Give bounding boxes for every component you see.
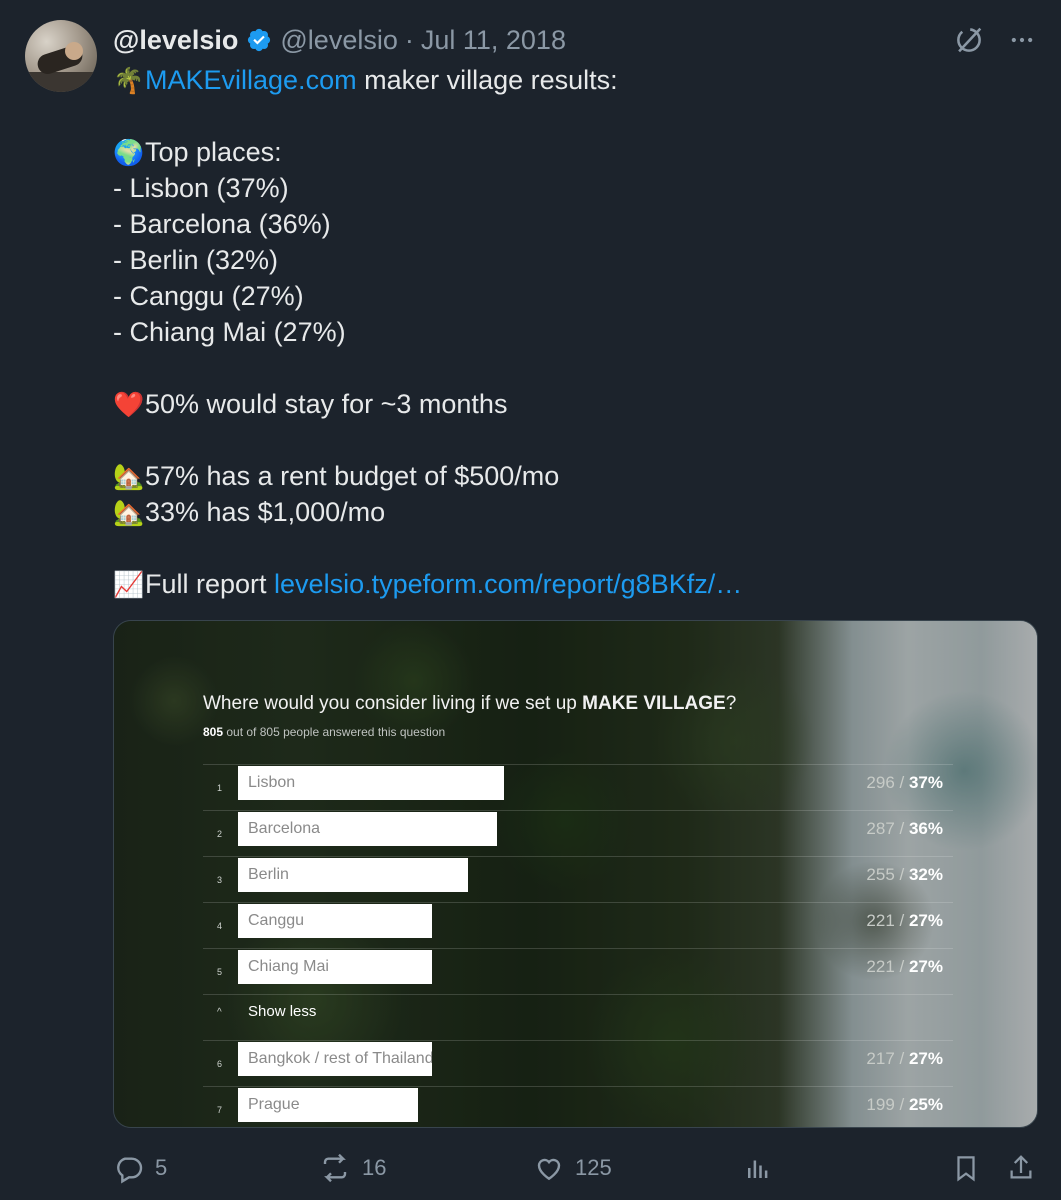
like-button[interactable]: 125 [533, 1148, 612, 1188]
place-item: - Berlin (32%) [113, 245, 279, 275]
survey-stat: 221 / 27% [866, 911, 943, 930]
more-options-icon[interactable] [1008, 26, 1036, 54]
survey-stat: 199 / 25% [866, 1095, 943, 1114]
survey-results: 1 Lisbon 296 / 37% 2 Barcelona 287 / 36% 3 Berl… [203, 764, 953, 1127]
views-button[interactable] [743, 1148, 773, 1188]
stay-text: 50% would stay for ~3 months [145, 389, 508, 419]
heart-emoji: ❤️ [113, 391, 145, 419]
survey-question: Where would you consider living if we se… [203, 693, 737, 714]
tweet-line-rent-500: 🏡57% has a rent budget of $500/mo [113, 458, 1033, 494]
bookmark-icon [957, 1156, 975, 1182]
tweet-header: @levelsio @levelsio · Jul 11, 2018 [113, 22, 566, 58]
globe-emoji: 🌍 [113, 139, 145, 167]
top-actions [952, 22, 1036, 58]
grok-icon[interactable] [952, 23, 986, 57]
tweet-date[interactable]: Jul 11, 2018 [421, 25, 566, 56]
place-item: - Barcelona (36%) [113, 209, 331, 239]
survey-row-number: 7 [217, 1105, 223, 1115]
survey-option-label: Barcelona [248, 820, 321, 837]
survey-row: 1 Lisbon 296 / 37% [203, 764, 953, 810]
survey-row: 4 Canggu 221 / 27% [203, 902, 953, 948]
tweet-line-places-heading: 🌍Top places: [113, 134, 1033, 170]
reply-count: 5 [155, 1155, 168, 1180]
reply-icon [117, 1157, 143, 1184]
survey-bar: Bangkok / rest of Thailand [238, 1042, 432, 1076]
chevron-up-icon: ^ [217, 1007, 222, 1018]
survey-stat: 221 / 27% [866, 957, 943, 976]
survey-row: 5 Chiang Mai 221 / 27% [203, 948, 953, 994]
survey-bar: Barcelona [238, 812, 497, 846]
tweet-line-intro: 🌴MAKEvillage.com maker village results: [113, 62, 1033, 98]
tweet-line-stay: ❤️50% would stay for ~3 months [113, 386, 1033, 422]
survey-row-number: 3 [217, 875, 223, 885]
survey-bar: Berlin [238, 858, 468, 892]
survey-option-label: Lisbon [248, 774, 296, 791]
survey-bar: Lisbon [238, 766, 504, 800]
reply-button[interactable]: 5 [113, 1148, 167, 1188]
places-heading: Top places: [145, 137, 282, 167]
repost-count: 16 [362, 1155, 387, 1180]
handle[interactable]: @levelsio [280, 25, 397, 56]
share-button[interactable] [1006, 1148, 1036, 1188]
survey-row-number: 4 [217, 921, 223, 931]
show-less-toggle[interactable]: ^ Show less [203, 994, 953, 1040]
repost-icon [323, 1153, 347, 1183]
tweet-media-image[interactable]: Where would you consider living if we se… [113, 620, 1038, 1128]
verified-badge-icon [246, 27, 272, 53]
survey-row-number: 5 [217, 967, 223, 977]
intro-text: maker village results: [356, 65, 618, 95]
tweet-line-report: 📈Full report levelsio.typeform.com/repor… [113, 566, 1033, 602]
survey-bar: Prague [238, 1088, 418, 1122]
place-item: - Lisbon (37%) [113, 173, 289, 203]
survey-option-label: Chiang Mai [248, 958, 329, 975]
survey-stat: 287 / 36% [866, 819, 943, 838]
tweet-line-rent-1000: 🏡33% has $1,000/mo [113, 494, 1033, 530]
survey-row: 3 Berlin 255 / 32% [203, 856, 953, 902]
survey-stat: 296 / 37% [866, 773, 943, 792]
chart-emoji: 📈 [113, 571, 145, 599]
survey-row: 6 Bangkok / rest of Thailand 217 / 27% [203, 1040, 953, 1086]
survey-bar: Chiang Mai [238, 950, 432, 984]
views-icon [748, 1160, 768, 1178]
palm-tree-emoji: 🌴 [113, 67, 145, 95]
makevillage-link[interactable]: MAKEvillage.com [145, 65, 357, 95]
survey-answered-count: 805 out of 805 people answered this ques… [203, 725, 446, 739]
survey-option-label: Berlin [248, 866, 289, 883]
tweet-actions: 5 16 125 [113, 1148, 1038, 1188]
survey-row-number: 1 [217, 783, 223, 793]
place-item: - Chiang Mai (27%) [113, 317, 346, 347]
tweet-text: 🌴MAKEvillage.com maker village results: … [113, 62, 1033, 602]
survey-option-label: Bangkok / rest of Thailand [248, 1050, 432, 1067]
survey-question-bold: MAKE VILLAGE [582, 693, 726, 714]
house-emoji: 🏡 [113, 499, 145, 527]
survey-option-label: Prague [248, 1096, 300, 1113]
bookmark-button[interactable] [951, 1148, 981, 1188]
report-link[interactable]: levelsio.typeform.com/report/g8BKfz/… [274, 569, 742, 599]
display-name[interactable]: @levelsio [113, 25, 238, 56]
survey-row-number: 6 [217, 1059, 223, 1069]
survey-bar: Canggu [238, 904, 432, 938]
rent-500-text: 57% has a rent budget of $500/mo [145, 461, 560, 491]
share-icon [1010, 1155, 1032, 1179]
house-emoji: 🏡 [113, 463, 145, 491]
repost-button[interactable]: 16 [318, 1148, 386, 1188]
survey-stat: 217 / 27% [866, 1049, 943, 1068]
like-count: 125 [575, 1155, 612, 1180]
survey-option-label: Canggu [248, 912, 305, 929]
show-less-label: Show less [248, 1003, 317, 1020]
place-item: - Canggu (27%) [113, 281, 304, 311]
survey-row: 7 Prague 199 / 25% [203, 1086, 953, 1127]
separator: · [404, 24, 414, 55]
heart-icon [537, 1158, 561, 1181]
survey-stat: 255 / 32% [866, 865, 943, 884]
survey-row: 2 Barcelona 287 / 36% [203, 810, 953, 856]
avatar[interactable] [25, 20, 97, 92]
rent-1000-text: 33% has $1,000/mo [145, 497, 386, 527]
survey-row-number: 2 [217, 829, 223, 839]
report-text: Full report [145, 569, 275, 599]
